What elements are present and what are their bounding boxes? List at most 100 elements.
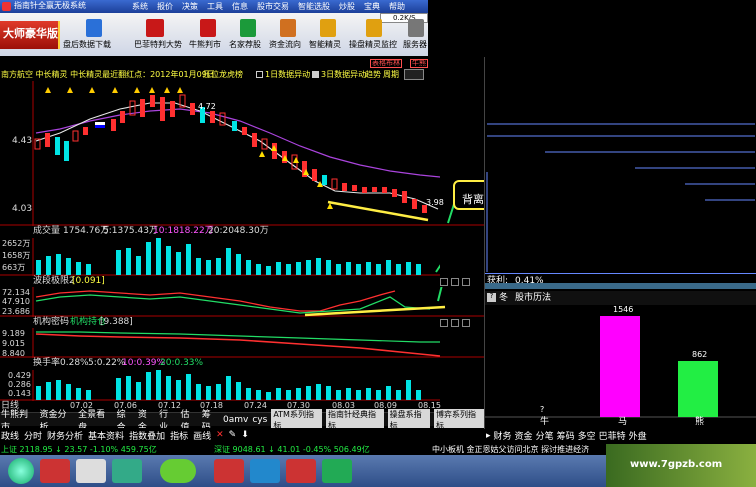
menu-item[interactable]: 报价 <box>157 1 173 12</box>
stock-header: 南方航空 中长精灵 中长精灵最近翻红点：2012年01月09日 <box>1 70 215 79</box>
right-tab-capital[interactable]: 资金 <box>515 429 533 442</box>
start-orb-icon[interactable] <box>8 458 34 484</box>
taskbar-app-3[interactable] <box>112 459 142 483</box>
watermark-area: www.7gpzb.com <box>606 444 756 487</box>
server-icon <box>408 19 424 37</box>
toolbar-btn-server[interactable]: 服务器 <box>402 17 428 53</box>
candles <box>34 94 427 213</box>
smart-icon <box>320 19 336 37</box>
taskbar-app-8[interactable] <box>322 459 352 483</box>
brand-label: 大师豪华版 <box>3 27 58 40</box>
wave-header: 波段极限2 [0.091] <box>33 276 105 286</box>
tab-0amv[interactable]: 0amv <box>223 415 248 425</box>
draw-tool-icon[interactable]: ✎ <box>229 430 237 440</box>
yellow-arrows-top <box>45 87 183 93</box>
app-icon <box>2 2 11 11</box>
taskbar-app-1[interactable] <box>40 459 70 483</box>
download-icon <box>86 19 102 37</box>
menu-item[interactable]: 炒股 <box>339 1 355 12</box>
index-shenzhen: 深证 9048.61 ↓ 41.01 -0.45% 506.49亿 <box>214 445 370 454</box>
right-tab-row: ▸ 财务 资金 分笔 筹码 多空 巴菲特 外盘 <box>484 429 756 442</box>
fundflow-icon <box>280 19 296 37</box>
opt-extra-box[interactable] <box>404 69 424 80</box>
taskbar-app-5[interactable] <box>214 459 244 483</box>
tab-finance[interactable]: 财务分析 <box>47 429 83 442</box>
menu-item[interactable]: 信息 <box>232 1 248 12</box>
menu-item[interactable]: 股市交易 <box>257 1 289 12</box>
divergence-label: 背离 <box>462 193 484 206</box>
monitor-icon <box>366 19 382 37</box>
taskbar-app-2[interactable] <box>76 459 106 483</box>
tab-draw[interactable]: 画线 <box>193 429 211 442</box>
price-label-403: 4.03 <box>12 204 33 214</box>
profit-bar <box>485 283 756 289</box>
toolbar-btn-expert[interactable]: 名家荐股 <box>228 17 268 53</box>
turnover-chart <box>0 370 440 401</box>
tab-basic[interactable]: 基本资料 <box>88 429 124 442</box>
menu-item[interactable]: 帮助 <box>389 1 405 12</box>
toolbar-btn-buffett[interactable]: 巴菲特判大势 <box>128 17 186 53</box>
inst-ctrl-icons[interactable] <box>440 319 480 328</box>
menu-item[interactable]: 决策 <box>182 1 198 12</box>
right-tab-buffett[interactable]: 巴菲特 <box>599 429 626 442</box>
right-tab-finance[interactable]: 财务 <box>494 429 512 442</box>
right-tab-external[interactable]: 外盘 <box>629 429 647 442</box>
bar-value-bull: ? <box>540 405 545 414</box>
taskbar-app-4[interactable] <box>160 459 196 483</box>
right-tab-longshort[interactable]: 多空 <box>578 429 596 442</box>
inst-chart <box>0 328 484 358</box>
brand-banner: 大师豪华版 <box>0 21 60 49</box>
checkbox-1d[interactable] <box>256 71 263 78</box>
app-title: 指南针全赢无极系统 <box>14 1 86 10</box>
question-icon[interactable]: ? <box>487 293 496 302</box>
toolbar-btn-smart[interactable]: 智能精灵 <box>308 17 348 53</box>
news-ticker: 中小板机 金正恩姑父访问北京 探讨推进经济 <box>432 445 590 454</box>
wave-ctrl-icons[interactable] <box>440 278 480 287</box>
chart-header-row: 表格布林 牛熊 南方航空 中长精灵 中长精灵最近翻红点：2012年01月09日 … <box>0 57 428 81</box>
right-tab-chips[interactable]: 筹码 <box>557 429 575 442</box>
menu-item[interactable]: 系统 <box>132 1 148 12</box>
toolbar-btn-bullbear[interactable]: 牛熊判市 <box>188 17 228 53</box>
bar-horse <box>600 316 640 417</box>
bar-value-bear: 862 <box>692 350 708 359</box>
bar-bear <box>678 361 718 417</box>
toolbar-btn-monitor[interactable]: 操盘精灵监控 <box>348 17 400 53</box>
tab-row-2: 政线 分时 财务分析 基本资料 指数叠加 指标 画线 ✕ ✎ ⬇ <box>0 428 484 442</box>
bar-label-horse: 马 <box>618 417 628 427</box>
right-btn-bullbear[interactable]: 牛熊 <box>410 59 428 68</box>
ma-purple-line <box>35 108 441 178</box>
taskbar-app-7[interactable] <box>286 459 316 483</box>
toolbar-btn-download[interactable]: 盘后数据下载 <box>62 17 126 53</box>
tab-indicator[interactable]: 指标 <box>170 429 188 442</box>
tab-daily[interactable]: 政线 <box>1 429 19 442</box>
opt-trend[interactable]: 趋势 <box>365 71 381 79</box>
opt-longhu[interactable]: 压位龙虎榜 <box>203 71 243 79</box>
toolbar-btn-fundflow[interactable]: 资金流向 <box>268 17 308 53</box>
calendar-header: ? 冬 股市历法 <box>485 291 756 305</box>
pointer-icon[interactable]: ⬇ <box>241 430 249 440</box>
close-x-icon[interactable]: ✕ <box>216 430 224 440</box>
taskbar <box>0 455 620 487</box>
low-label: 3.98 <box>426 198 444 207</box>
volume-header: 成交量 1754.76万 5:1375.43万 10:1818.22万 20:2… <box>33 226 269 236</box>
menu-item[interactable]: 智能选股 <box>298 1 330 12</box>
right-tab-arrow-icon[interactable]: ▸ <box>486 431 491 441</box>
tab-cys[interactable]: cys <box>252 415 267 425</box>
opt-period[interactable]: 周期 <box>383 71 399 79</box>
tab-overlay[interactable]: 指数叠加 <box>129 429 165 442</box>
volume-chart <box>0 238 440 276</box>
toolbar: 大师豪华版 0.2K/S 盘后数据下载 巴菲特判大势 牛熊判市 名家荐股 资金流… <box>0 13 428 56</box>
taskbar-app-6[interactable] <box>250 459 280 483</box>
bullbear-icon <box>200 19 216 37</box>
right-btn-bollinger[interactable]: 表格布林 <box>370 59 402 68</box>
checkbox-3d[interactable] <box>312 71 319 78</box>
tab-minute[interactable]: 分时 <box>24 429 42 442</box>
right-tab-ticks[interactable]: 分笔 <box>536 429 554 442</box>
tab-row-1: 牛熊判市 资金分析 全景看盘 综合 资金 行业 估值 筹码 0amv cys A… <box>0 408 485 433</box>
watermark: www.7gpzb.com <box>630 459 723 470</box>
index-shanghai: 上证 2118.95 ↓ 23.57 -1.10% 459.75亿 <box>1 445 157 454</box>
high-label: 4.72 <box>198 102 216 111</box>
turnover-header: 换手率 0.28% 5:0.22% 10:0.39% 20:0.33% <box>33 358 204 368</box>
menu-item[interactable]: 宝典 <box>364 1 380 12</box>
menu-item[interactable]: 工具 <box>207 1 223 12</box>
